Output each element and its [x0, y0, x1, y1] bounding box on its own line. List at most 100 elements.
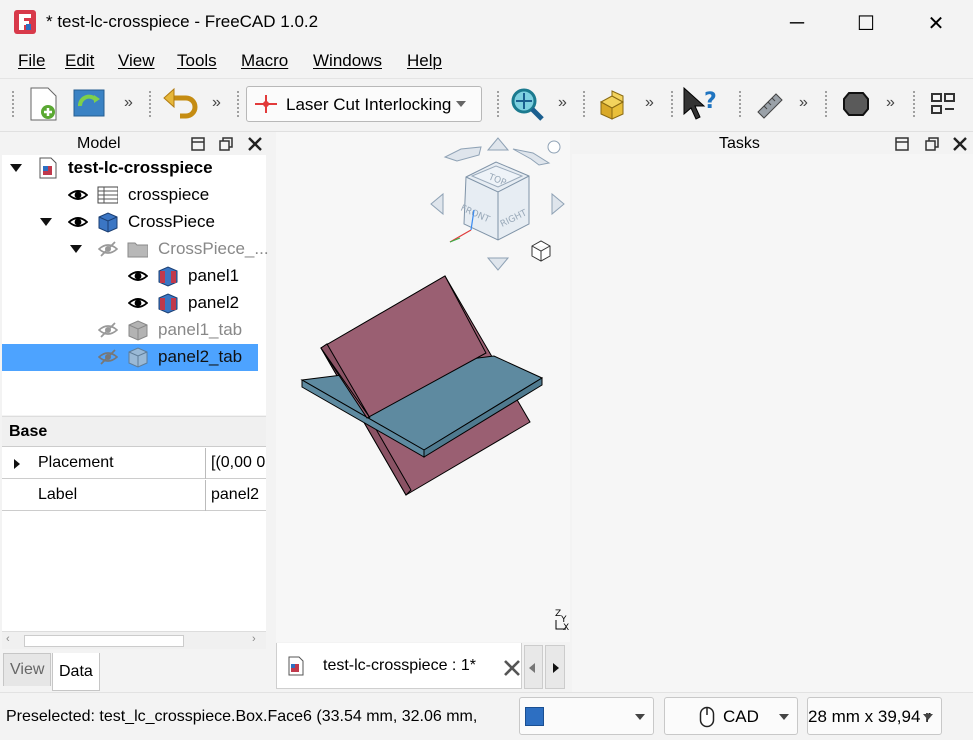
arrow-right-icon[interactable]: [551, 192, 565, 216]
hidden-eye-icon[interactable]: [98, 321, 118, 339]
tab-view[interactable]: View: [3, 653, 51, 686]
toolbar-overflow-chevron[interactable]: »: [886, 94, 895, 112]
measure-icon[interactable]: [754, 88, 784, 120]
tree-item-panel2-tab[interactable]: panel2_tab: [2, 344, 258, 371]
tab-view-label: View: [10, 661, 45, 678]
arrow-right-icon: [553, 663, 559, 673]
document-tab[interactable]: test-lc-crosspiece : 1*: [276, 643, 522, 689]
scrollbar-thumb[interactable]: [24, 635, 184, 647]
shape-icon[interactable]: [842, 90, 870, 118]
toolbar-grip[interactable]: [236, 90, 241, 118]
toolbar-grip[interactable]: [670, 90, 675, 118]
tree-item-label: panel1: [188, 266, 240, 285]
3d-viewport[interactable]: TOP FRONT RIGHT Z Y X: [276, 132, 570, 642]
column-divider: [205, 448, 206, 479]
toolbar-overflow-chevron[interactable]: »: [124, 94, 133, 112]
arrow-up-icon[interactable]: [486, 137, 510, 151]
rotate-left-arrow-icon[interactable]: [443, 146, 482, 162]
expand-arrow-icon[interactable]: [70, 245, 82, 253]
restore-panel-icon[interactable]: [925, 137, 939, 151]
menu-edit[interactable]: Edit: [65, 51, 94, 71]
menu-bar: File Edit View Tools Macro Windows Help: [0, 46, 973, 78]
tab-data[interactable]: Data: [52, 653, 100, 691]
toolbar-grip[interactable]: [824, 90, 829, 118]
navigation-cube[interactable]: TOP FRONT RIGHT: [430, 137, 565, 271]
spreadsheet-icon: [97, 186, 118, 204]
property-row-placement[interactable]: Placement [(0,00 0: [2, 448, 266, 479]
horizontal-scrollbar[interactable]: ‹ ›: [2, 631, 266, 649]
panel-icon: [158, 293, 178, 314]
tree-item-panel2[interactable]: panel2: [2, 290, 266, 317]
arrow-down-icon[interactable]: [486, 257, 510, 271]
view-box-icon[interactable]: [531, 240, 551, 262]
tree-item-document[interactable]: test-lc-crosspiece: [2, 155, 266, 182]
toolbar-overflow-chevron[interactable]: »: [212, 94, 221, 112]
part-icon[interactable]: [598, 88, 632, 120]
menu-tools[interactable]: Tools: [177, 51, 217, 71]
fit-all-icon[interactable]: [508, 86, 546, 122]
arrow-left-icon[interactable]: [430, 192, 444, 216]
draw-style-selector[interactable]: [519, 697, 654, 735]
toolbar-overflow-chevron[interactable]: »: [558, 94, 567, 112]
maximize-button[interactable]: ☐: [843, 0, 889, 46]
dimension-display[interactable]: 28 mm x 39,94 r: [807, 697, 942, 735]
expand-arrow-icon[interactable]: [10, 164, 22, 172]
toolbar-grip[interactable]: [738, 90, 743, 118]
document-icon: [39, 157, 57, 179]
menu-macro[interactable]: Macro: [241, 51, 288, 71]
tree-item-panel1[interactable]: panel1: [2, 263, 266, 290]
toolbar-grip[interactable]: [148, 90, 153, 118]
document-tab-label: test-lc-crosspiece : 1*: [323, 657, 476, 674]
expand-arrow-icon[interactable]: [40, 218, 52, 226]
expand-arrow-icon[interactable]: [14, 459, 20, 469]
visible-eye-icon[interactable]: [68, 186, 88, 204]
property-row-label[interactable]: Label panel2: [2, 480, 266, 511]
close-button[interactable]: ✕: [913, 0, 959, 46]
close-panel-icon[interactable]: [247, 136, 263, 152]
toolbar-overflow-chevron[interactable]: »: [799, 94, 808, 112]
tab-scroll-left-button[interactable]: [524, 645, 543, 689]
restore-panel-icon[interactable]: [219, 137, 233, 151]
scroll-right-icon[interactable]: ›: [252, 633, 256, 645]
tree-item-crosspiece-object[interactable]: CrossPiece: [2, 209, 266, 236]
hidden-eye-icon[interactable]: [98, 348, 118, 366]
toolbar-grip[interactable]: [582, 90, 587, 118]
toolbar-grip[interactable]: [912, 90, 917, 118]
close-tab-icon[interactable]: [503, 659, 521, 677]
whats-this-icon[interactable]: ?: [682, 86, 722, 122]
3d-scene[interactable]: TOP FRONT RIGHT Z Y X: [276, 132, 570, 642]
rotate-right-arrow-icon[interactable]: [512, 148, 551, 166]
property-value[interactable]: panel2: [211, 486, 266, 504]
toolbar-grip[interactable]: [496, 90, 501, 118]
tree-item-crosspiece-spreadsheet[interactable]: crosspiece: [2, 182, 266, 209]
svg-text:?: ?: [704, 89, 717, 114]
tree-item-panel1-tab[interactable]: panel1_tab: [2, 317, 266, 344]
float-panel-icon[interactable]: [895, 137, 909, 151]
property-name: Label: [38, 486, 78, 503]
hidden-eye-icon[interactable]: [98, 240, 118, 258]
visible-eye-icon[interactable]: [68, 213, 88, 231]
menu-view[interactable]: View: [118, 51, 155, 71]
scroll-left-icon[interactable]: ‹: [6, 633, 10, 645]
toolbar-grip[interactable]: [11, 90, 16, 118]
close-panel-icon[interactable]: [952, 136, 968, 152]
new-document-icon[interactable]: [28, 86, 60, 122]
toolbar-overflow-chevron[interactable]: »: [645, 94, 654, 112]
property-value[interactable]: [(0,00 0: [211, 454, 266, 472]
open-document-icon[interactable]: [72, 86, 108, 120]
tab-scroll-right-button[interactable]: [545, 645, 565, 689]
undo-icon[interactable]: [162, 86, 200, 122]
visible-eye-icon[interactable]: [128, 267, 148, 285]
minimize-button[interactable]: ─: [774, 0, 820, 46]
float-panel-icon[interactable]: [191, 137, 205, 151]
menu-file[interactable]: File: [18, 51, 45, 71]
menu-help[interactable]: Help: [407, 51, 442, 71]
tab-data-label: Data: [59, 663, 93, 680]
menu-windows[interactable]: Windows: [313, 51, 382, 71]
navigation-style-selector[interactable]: CAD: [664, 697, 798, 735]
tree-item-crosspiece-group[interactable]: CrossPiece_...: [2, 236, 269, 263]
layout-icon[interactable]: [930, 92, 956, 116]
visible-eye-icon[interactable]: [128, 294, 148, 312]
property-group-label: Base: [9, 423, 48, 440]
view-menu-icon[interactable]: [547, 140, 561, 154]
